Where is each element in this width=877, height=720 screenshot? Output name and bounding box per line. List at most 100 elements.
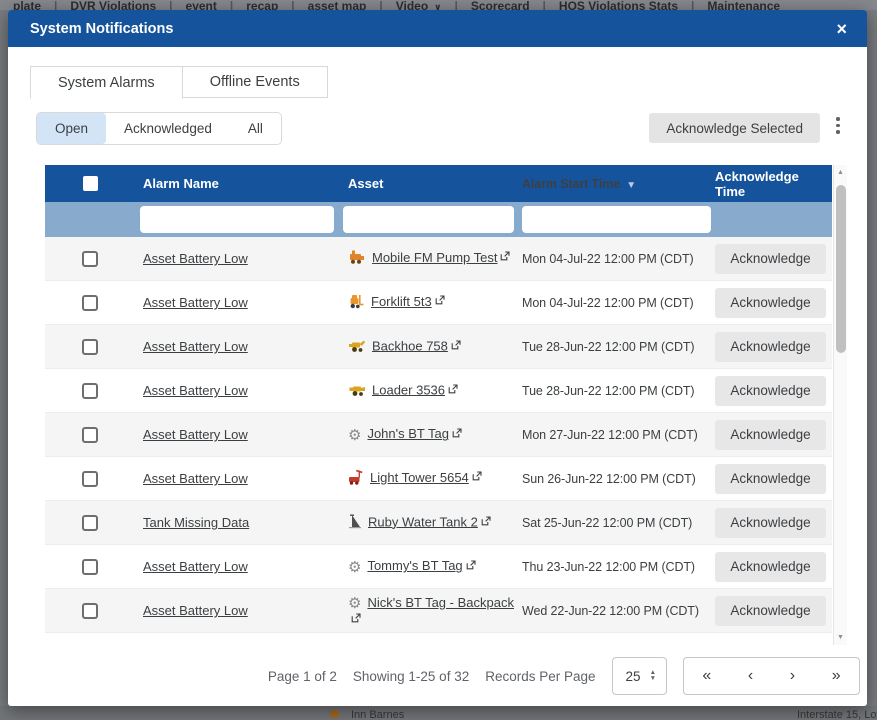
alarm-start-time: Sun 26-Jun-22 12:00 PM (CDT) [520,472,715,486]
system-notifications-modal: System Notifications × System AlarmsOffl… [8,10,867,706]
asset-link[interactable]: Light Tower 5654 [370,470,469,485]
row-checkbox[interactable] [82,471,98,487]
row-checkbox[interactable] [82,383,98,399]
background-nav-item: Video∨ [383,0,455,10]
alarm-start-time-filter-input[interactable] [522,206,711,233]
external-link-icon [466,558,476,573]
external-link-icon [351,611,361,626]
acknowledge-selected-button[interactable]: Acknowledge Selected [649,113,820,143]
acknowledge-button[interactable]: Acknowledge [715,244,826,274]
showing-indicator: Showing 1-25 of 32 [353,669,469,684]
alarm-name-link[interactable]: Tank Missing Data [143,515,249,530]
asset-link[interactable]: Forklift 5t3 [371,294,432,309]
column-header-alarm-name[interactable]: Alarm Name [135,176,340,191]
acknowledge-button[interactable]: Acknowledge [715,332,826,362]
page-size-select[interactable]: 25 ▲▼ [612,657,667,695]
alarm-name-link[interactable]: Asset Battery Low [143,471,248,486]
scroll-down-icon[interactable]: ▼ [834,634,847,641]
alarm-name-link[interactable]: Asset Battery Low [143,603,248,618]
asset-link[interactable]: Loader 3536 [372,382,445,397]
table-body: Asset Battery Low Mobile FM Pump Test Mon … [45,237,832,633]
chevron-down-icon: ∨ [434,2,441,10]
row-checkbox[interactable] [82,559,98,575]
external-link-icon [435,293,445,308]
acknowledge-button[interactable]: Acknowledge [715,508,826,538]
modal-tabs: System AlarmsOffline Events [30,66,328,99]
alarm-name-link[interactable]: Asset Battery Low [143,427,248,442]
alarm-name-link[interactable]: Asset Battery Low [143,383,248,398]
background-nav-item: recap [233,0,291,10]
alarms-table: Alarm Name Asset Alarm Start Time▼ Ackno… [45,165,832,633]
table-row: Asset Battery Low Mobile FM Pump Test Mon … [45,237,832,281]
background-asset-icon [330,710,339,718]
asset-link[interactable]: John's BT Tag [367,426,449,441]
acknowledge-button[interactable]: Acknowledge [715,420,826,450]
vertical-dots-icon[interactable] [835,117,841,134]
select-arrows-icon: ▲▼ [650,670,656,682]
alarm-name-link[interactable]: Asset Battery Low [143,339,248,354]
external-link-icon [451,338,461,353]
alarm-start-time: Thu 23-Jun-22 12:00 PM (CDT) [520,560,715,574]
scrollbar-thumb[interactable] [836,185,846,353]
light-tower-icon [348,469,364,488]
table-row: Asset Battery Low Light Tower 5654 Sun 26-… [45,457,832,501]
alarm-name-link[interactable]: Asset Battery Low [143,559,248,574]
close-icon[interactable]: × [836,20,847,38]
scroll-up-icon[interactable]: ▲ [834,169,847,176]
column-header-asset[interactable]: Asset [340,176,520,191]
row-checkbox[interactable] [82,427,98,443]
alarm-start-time: Mon 04-Jul-22 12:00 PM (CDT) [520,296,715,310]
asset-link[interactable]: Ruby Water Tank 2 [368,514,478,529]
asset-link[interactable]: Mobile FM Pump Test [372,250,497,265]
acknowledge-button[interactable]: Acknowledge [715,596,826,626]
alarm-name-filter-input[interactable] [140,206,334,233]
column-header-acknowledge-time[interactable]: Acknowledge Time [715,169,832,199]
background-nav-item: asset map [295,0,380,10]
row-checkbox[interactable] [82,515,98,531]
row-checkbox[interactable] [82,295,98,311]
first-page-icon[interactable]: « [696,667,717,685]
modal-title: System Notifications [30,21,836,37]
filter-all[interactable]: All [230,113,281,144]
next-page-icon[interactable]: › [784,667,801,685]
status-filter-group: OpenAcknowledgedAll [36,112,282,145]
tab-offline-events[interactable]: Offline Events [183,66,328,98]
last-page-icon[interactable]: » [826,667,847,685]
bt-tag-icon: ⚙ [348,560,361,575]
bt-tag-icon: ⚙ [348,428,361,443]
acknowledge-button[interactable]: Acknowledge [715,288,826,318]
asset-link[interactable]: Backhoe 758 [372,338,448,353]
pump-icon [348,249,366,268]
records-per-page-label: Records Per Page [485,669,595,684]
tab-system-alarms[interactable]: System Alarms [30,66,183,99]
asset-link[interactable]: Tommy's BT Tag [367,558,462,573]
acknowledge-button[interactable]: Acknowledge [715,552,826,582]
acknowledge-button[interactable]: Acknowledge [715,464,826,494]
background-asset-location: Interstate 15, Loveland, C [797,709,877,720]
row-checkbox[interactable] [82,251,98,267]
column-header-alarm-start-time[interactable]: Alarm Start Time▼ [520,177,715,191]
row-checkbox[interactable] [82,603,98,619]
filter-open[interactable]: Open [37,113,106,144]
alarm-start-time: Wed 22-Jun-22 12:00 PM (CDT) [520,604,715,618]
alarm-name-link[interactable]: Asset Battery Low [143,251,248,266]
alarm-name-link[interactable]: Asset Battery Low [143,295,248,310]
table-scrollbar[interactable]: ▲ ▼ [833,165,847,645]
table-row: Asset Battery Low Forklift 5t3 Mon 04-Jul-… [45,281,832,325]
asset-link[interactable]: Nick's BT Tag - Backpack [367,595,514,610]
external-link-icon [500,249,510,264]
alarm-start-time: Mon 04-Jul-22 12:00 PM (CDT) [520,252,715,266]
water-tank-icon [348,514,362,532]
external-link-icon [452,426,462,441]
background-nav-item: Maintenance [694,0,793,10]
table-row: Asset Battery Low ⚙ John's BT Tag Mon 27-Ju… [45,413,832,457]
page-size-value: 25 [626,669,641,684]
select-all-checkbox[interactable] [83,176,98,191]
alarm-start-time: Mon 27-Jun-22 12:00 PM (CDT) [520,428,715,442]
acknowledge-button[interactable]: Acknowledge [715,376,826,406]
row-checkbox[interactable] [82,339,98,355]
prev-page-icon[interactable]: ‹ [742,667,759,685]
filter-acknowledged[interactable]: Acknowledged [106,113,230,144]
alarm-start-time: Tue 28-Jun-22 12:00 PM (CDT) [520,384,715,398]
asset-filter-input[interactable] [343,206,514,233]
